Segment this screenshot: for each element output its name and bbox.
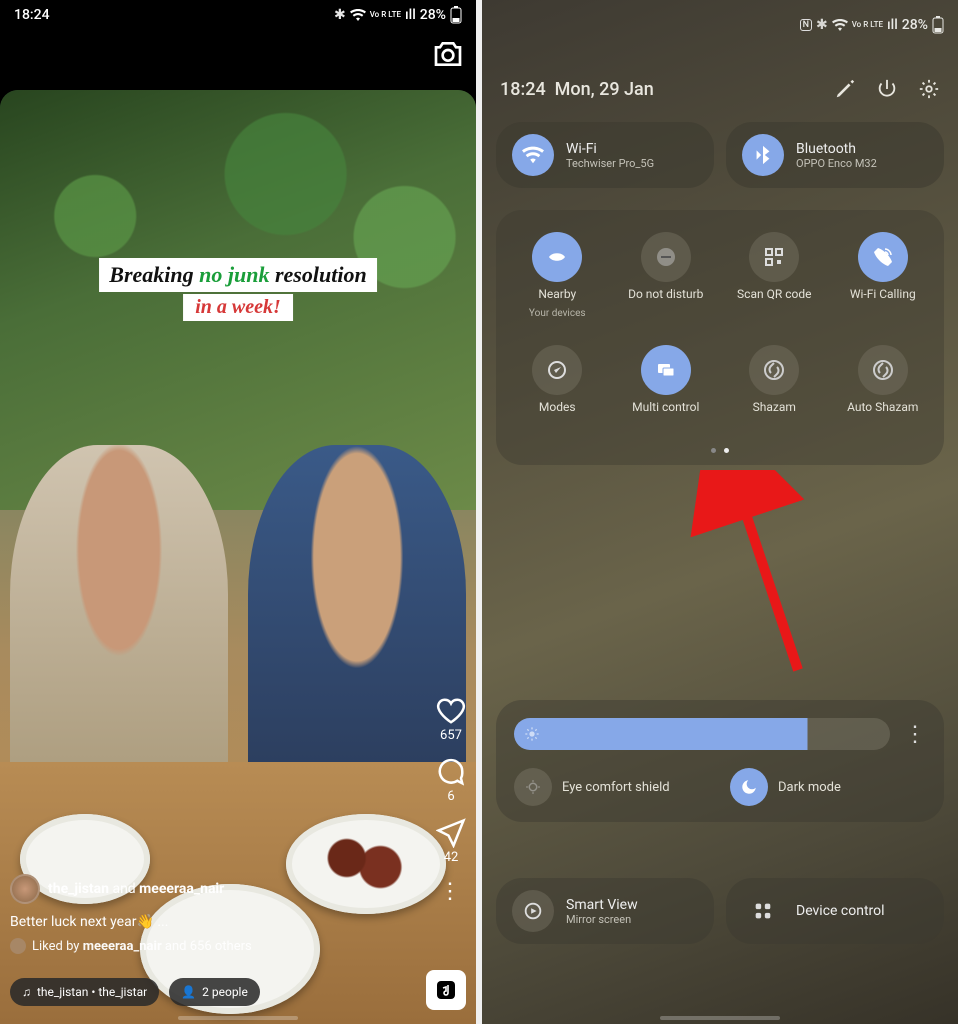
brightness-icon [524, 726, 540, 742]
tagged-people-chip[interactable]: 👤 2 people [169, 978, 260, 1006]
qs-tile-label: Shazam [753, 401, 796, 415]
status-battery: 28% [420, 7, 446, 23]
gear-icon [918, 78, 940, 100]
brightness-panel: ⋮ Eye comfort shield Dark mode [496, 700, 944, 822]
qs-tile-auto-shazam[interactable]: Auto Shazam [832, 345, 935, 415]
settings-button[interactable] [918, 78, 940, 100]
comment-button[interactable]: 6 [436, 757, 466, 804]
comment-icon [436, 757, 466, 787]
bt-title: Bluetooth [796, 141, 877, 157]
qs-tile-shazam[interactable]: Shazam [723, 345, 826, 415]
wifi-title: Wi-Fi [566, 141, 654, 157]
qs-tile-label: Scan QR code [737, 288, 811, 302]
qs-tile-label: Do not disturb [628, 288, 703, 302]
shazam-icon [762, 358, 786, 382]
music-note-icon: ♫ [22, 985, 31, 999]
bluetooth-icon [752, 144, 774, 166]
eye-comfort-toggle[interactable]: Eye comfort shield [514, 768, 710, 806]
device-control-tile[interactable]: Device control [726, 878, 944, 944]
like-count: 657 [440, 728, 462, 743]
dnd-icon [654, 245, 678, 269]
avatar[interactable] [10, 874, 40, 904]
dots-vertical-icon: ⋮ [439, 879, 463, 904]
smart-view-tile[interactable]: Smart View Mirror screen [496, 878, 714, 944]
person-icon: 👤 [181, 985, 196, 999]
modes-icon [545, 358, 569, 382]
username-secondary[interactable]: meeeraa_nair [139, 881, 224, 897]
battery-icon [932, 16, 944, 34]
power-button[interactable] [876, 78, 898, 100]
status-bar-right: N ✱ Vo R LTE ıll 28% [482, 10, 958, 40]
share-count: 42 [444, 850, 459, 865]
action-column: 657 6 42 ⋮ [436, 696, 466, 904]
qs-tile-nearby[interactable]: Nearby Your devices [506, 232, 609, 319]
wifi-sub: Techwiser Pro_5G [566, 157, 654, 170]
qs-tile-multi-control[interactable]: Multi control [615, 345, 718, 415]
audio-chip[interactable]: ♫ the_jistan • the_jistar [10, 978, 159, 1006]
wifi-icon [350, 9, 366, 21]
status-battery: 28% [902, 17, 928, 33]
liked-by[interactable]: Liked by meeeraa_nair and 656 others [10, 938, 416, 954]
qs-tile-do-not-disturb[interactable]: Do not disturb [615, 232, 718, 319]
story-caption-overlay: Breaking no junk resolution in a week! [19, 258, 457, 321]
brightness-more-button[interactable]: ⋮ [904, 722, 926, 747]
heart-icon [436, 696, 466, 726]
status-time: 18:24 [14, 7, 50, 23]
camera-button[interactable] [432, 38, 464, 70]
camera-icon [432, 38, 464, 70]
qs-date: Mon, 29 Jan [555, 79, 654, 100]
status-bar-left: 18:24 ✱ Vo R LTE ıll 28% [0, 0, 476, 30]
send-icon [436, 818, 466, 848]
multi-icon [654, 358, 678, 382]
qs-tile-modes[interactable]: Modes [506, 345, 609, 415]
wifi-icon [832, 19, 848, 31]
qs-tile-label: Auto Shazam [847, 401, 918, 415]
qs-tile-scan-qr-code[interactable]: Scan QR code [723, 232, 826, 319]
battery-icon [450, 6, 462, 24]
comment-count: 6 [447, 789, 454, 804]
qs-tile-label: Nearby [538, 288, 576, 302]
phone-instagram: 18:24 ✱ Vo R LTE ıll 28% Breaking no jun… [0, 0, 476, 1024]
reel-music-button[interactable] [426, 970, 466, 1010]
post-meta: the_jistan and meeeraa_nair Better luck … [10, 874, 416, 954]
wifi-icon [522, 144, 544, 166]
power-icon [876, 78, 898, 100]
home-indicator[interactable] [660, 1016, 780, 1020]
wificall-icon [871, 245, 895, 269]
qs-time: 18:24 [500, 79, 546, 100]
moon-icon [740, 778, 758, 796]
like-button[interactable]: 657 [436, 696, 466, 743]
qs-tile-sub: Your devices [529, 308, 586, 319]
page-indicator[interactable] [711, 448, 729, 453]
reel-music-icon [434, 978, 458, 1002]
bluetooth-tile[interactable]: Bluetooth OPPO Enco M32 [726, 122, 944, 188]
eye-comfort-icon [524, 778, 542, 796]
share-button[interactable]: 42 [436, 818, 466, 865]
brightness-slider[interactable] [514, 718, 890, 750]
post-caption[interactable]: Better luck next year👋 ... [10, 914, 416, 930]
qs-tile-wi-fi-calling[interactable]: Wi-Fi Calling [832, 232, 935, 319]
qs-tile-label: Modes [539, 401, 576, 415]
qs-tile-label: Multi control [632, 401, 699, 415]
pencil-icon [834, 78, 856, 100]
qr-icon [762, 245, 786, 269]
qs-tile-label: Wi-Fi Calling [850, 288, 916, 302]
bt-sub: OPPO Enco M32 [796, 157, 877, 170]
more-button[interactable]: ⋮ [439, 879, 463, 904]
edit-button[interactable] [834, 78, 856, 100]
tiny-avatar [10, 938, 26, 954]
nfc-icon: N [800, 19, 812, 31]
qs-header: 18:24 Mon, 29 Jan [500, 78, 940, 100]
home-indicator[interactable] [178, 1016, 298, 1020]
username-primary[interactable]: the_jistan [48, 881, 109, 897]
cast-icon [522, 900, 544, 922]
grid-icon [752, 900, 774, 922]
shazam-icon [871, 358, 895, 382]
wifi-tile[interactable]: Wi-Fi Techwiser Pro_5G [496, 122, 714, 188]
phone-quick-settings: N ✱ Vo R LTE ıll 28% 18:24 Mon, 29 Jan W… [482, 0, 958, 1024]
dark-mode-toggle[interactable]: Dark mode [730, 768, 926, 806]
qs-tiles-panel: Nearby Your devices Do not disturb Scan QR … [496, 210, 944, 465]
nearby-icon [545, 245, 569, 269]
